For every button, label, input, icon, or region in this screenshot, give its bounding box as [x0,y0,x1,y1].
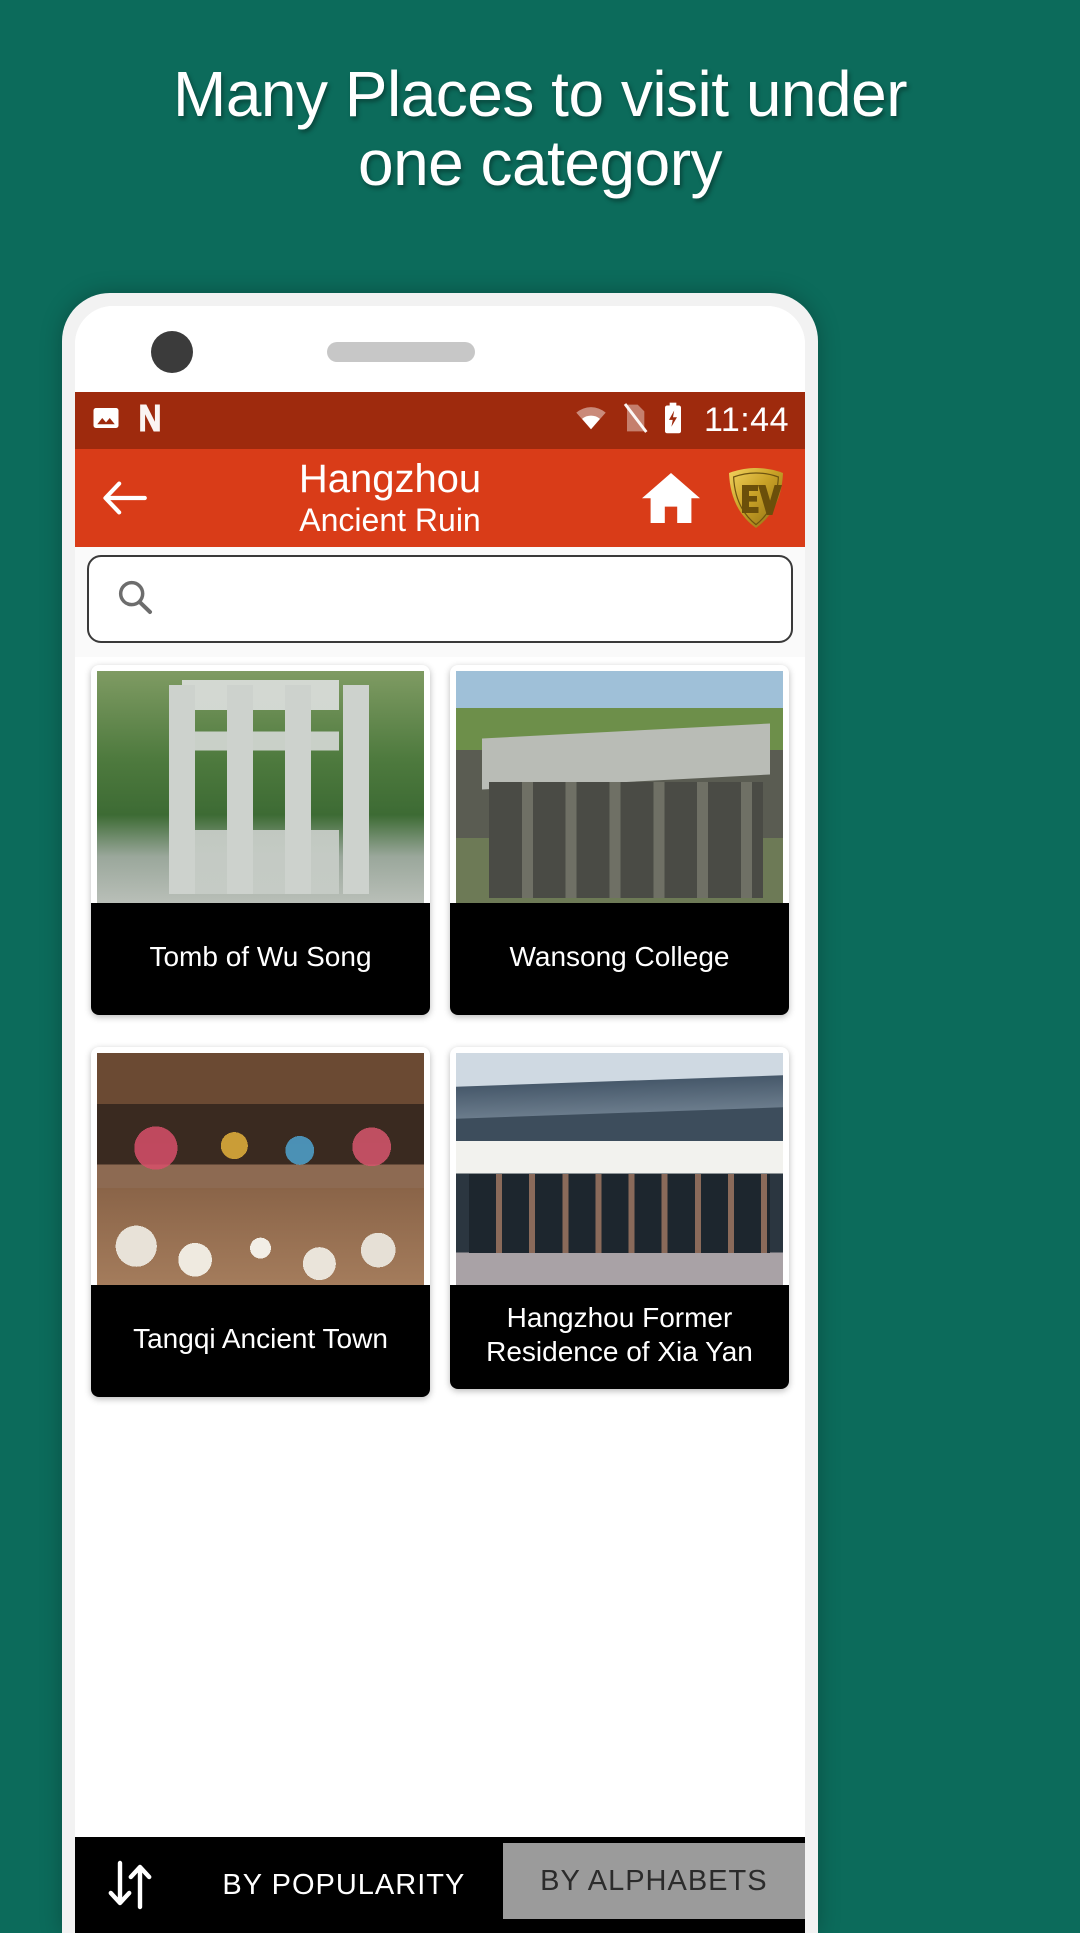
places-grid: Tomb of Wu Song Wansong College Tangqi A… [75,657,805,1421]
ev-shield-logo[interactable] [725,466,787,530]
home-button[interactable] [635,462,707,534]
search-icon [115,577,155,622]
sort-bar: BY POPULARITY BY ALPHABETS [75,1837,805,1933]
places-list[interactable]: Tomb of Wu Song Wansong College Tangqi A… [75,657,805,1933]
phone-notch [75,306,805,388]
place-name: Hangzhou Former Residence of Xia Yan [450,1285,789,1390]
place-card[interactable]: Wansong College [440,657,799,1039]
app-bar: Hangzhou Ancient Ruin [75,449,805,547]
place-name: Wansong College [450,903,789,1015]
promo-headline: Many Places to visit under one category [0,58,1080,200]
status-bar-left-icons [91,402,165,439]
place-name: Tomb of Wu Song [91,903,430,1015]
tab-by-alphabets-label: BY ALPHABETS [540,1864,768,1897]
arrow-left-icon [103,481,147,515]
place-thumbnail [97,1053,424,1285]
earpiece-speaker [327,342,475,362]
status-bar-right-icons: 11:44 [574,401,789,440]
phone-mockup: 11:44 Hangzhou Ancient Ruin Tomb of Wu S… [62,293,818,1933]
nova-launcher-icon [135,402,165,439]
status-bar-clock: 11:44 [703,401,789,439]
search-input[interactable] [175,581,765,617]
page-title: Hangzhou [298,456,482,501]
promo-line-1: Many Places to visit under [173,58,908,130]
battery-charging-icon [662,402,684,439]
place-thumbnail [97,671,424,903]
search-section [75,547,805,657]
place-name: Tangqi Ancient Town [91,1285,430,1397]
place-card[interactable]: Tomb of Wu Song [81,657,440,1039]
no-sim-icon [622,402,648,439]
sort-button[interactable] [75,1837,185,1933]
tab-by-alphabets[interactable]: BY ALPHABETS [502,1843,805,1919]
home-icon [642,473,700,523]
status-bar: 11:44 [75,392,805,449]
front-camera-icon [151,331,193,373]
place-card[interactable]: Hangzhou Former Residence of Xia Yan [440,1039,799,1421]
search-bar[interactable] [87,555,793,643]
place-card[interactable]: Tangqi Ancient Town [81,1039,440,1421]
sort-arrows-icon [108,1860,152,1910]
app-bar-titles: Hangzhou Ancient Ruin [145,456,635,539]
page-subtitle: Ancient Ruin [299,502,481,539]
wifi-icon [574,404,608,437]
place-thumbnail [456,671,783,903]
tab-by-popularity-label: BY POPULARITY [222,1868,466,1901]
promo-line-2: one category [357,127,723,200]
phone-screen: 11:44 Hangzhou Ancient Ruin Tomb of Wu S… [75,306,805,1933]
place-thumbnail [456,1053,783,1285]
image-icon [91,403,121,438]
tab-by-popularity[interactable]: BY POPULARITY [185,1837,503,1933]
